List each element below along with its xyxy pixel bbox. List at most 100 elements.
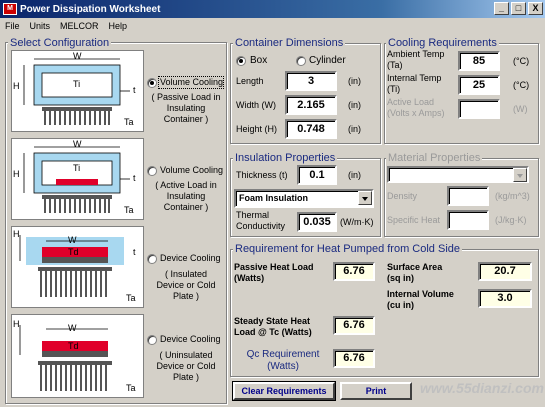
option-3-label[interactable]: Device Cooling [160,253,221,264]
internal-volume-label-2: (cu in) [387,300,414,310]
insulation-properties-title: Insulation Properties [233,152,338,164]
active-load-label-1: Active Load [387,97,435,107]
option-1-sub: ( Passive Load in Insulating Container ) [151,92,221,124]
maximize-button[interactable]: □ [511,2,526,15]
internal-label-1: Internal Temp [387,73,442,83]
height-label: Height (H) [236,124,278,134]
diagram-1-ta: Ta [124,117,134,127]
ambient-temp-input[interactable]: 85 [458,51,500,71]
radio-device-insulated[interactable] [147,254,157,264]
diagram-1-ti: Ti [73,79,81,89]
thermal-label-2: Conductivity [236,221,286,231]
option-3-sub: ( Insulated Device or Cold Plate ) [156,269,216,301]
diagram-4-w: W [68,323,77,333]
thermal-label-1: Thermal [236,210,270,220]
diagram-2-t: t [133,173,136,183]
qc-label-1: Qc Requirement [246,349,320,360]
density-input[interactable] [447,186,489,206]
diagram-4-ta: Ta [126,383,136,393]
menu-units[interactable]: Units [25,21,56,31]
thermal-conductivity-input[interactable]: 0.035 [297,212,337,232]
close-button[interactable]: X [528,2,543,15]
qc-label-2: (Watts) [267,361,299,372]
menu-melcor[interactable]: MELCOR [55,21,104,31]
thickness-label: Thickness (t) [236,170,288,180]
cylinder-label[interactable]: Cylinder [309,55,346,66]
height-input[interactable]: 0.748 [285,119,337,139]
internal-temp-input[interactable]: 25 [458,75,500,95]
surface-area-label-1: Surface Area [387,262,443,272]
menu-help[interactable]: Help [104,21,133,31]
ambient-unit: (°C) [513,56,530,66]
width-label: Width (W) [236,100,276,110]
density-unit: (kg/m^3) [495,191,530,201]
material-select[interactable]: Foam Insulation [234,189,374,208]
radio-volume-passive[interactable] [147,78,157,88]
width-input[interactable]: 2.165 [285,95,337,115]
cooling-requirements-title: Cooling Requirements [386,37,499,49]
steady-state-label-2: Load @ Tc (Watts) [234,327,312,337]
internal-label-2: (Ti) [387,84,401,94]
length-unit: (in) [348,76,361,86]
option-1-label[interactable]: Volume Cooling [160,77,223,88]
config-diagram-passive[interactable]: W H Ti t Ta [11,50,144,132]
minimize-button[interactable]: _ [494,2,509,15]
internal-unit: (°C) [513,80,530,90]
diagram-3-w: W [68,235,77,245]
option-2-sub: ( Active Load in Insulating Container ) [155,180,217,212]
config-diagram-insulated-device[interactable]: W H Td t Ta [11,226,144,308]
diagram-1-h: H [13,81,20,91]
thickness-input[interactable]: 0.1 [297,165,337,185]
config-diagram-uninsulated-device[interactable]: W H Td Ta [11,314,144,398]
diagram-3-t: t [133,247,136,257]
uninsulated-device-diagram [19,325,112,391]
radio-cylinder[interactable] [296,56,306,66]
width-unit: (in) [348,100,361,110]
specific-heat-input[interactable] [447,210,489,230]
clear-requirements-button[interactable]: Clear Requirements [232,381,336,401]
height-unit: (in) [348,124,361,134]
thermal-unit: (W/m·K) [340,217,374,227]
option-2-label[interactable]: Volume Cooling [160,165,223,176]
radio-device-uninsulated[interactable] [147,335,157,345]
surface-area-output: 20.7 [478,262,532,281]
config-diagram-active[interactable]: W H Ti t Ta [11,138,144,220]
thickness-unit: (in) [348,170,361,180]
diagram-3-ta: Ta [126,293,136,303]
ambient-label-1: Ambient Temp [387,49,445,59]
box-label[interactable]: Box [250,55,267,66]
passive-heat-label-2: (Watts) [234,273,265,283]
internal-volume-label-1: Internal Volume [387,289,454,299]
menu-file[interactable]: File [0,21,25,31]
material-dropdown-arrow[interactable] [358,191,372,205]
steady-state-output: 6.76 [333,316,375,335]
app-icon: M [3,3,17,15]
internal-volume-output: 3.0 [478,289,532,308]
material-properties-select[interactable] [387,166,529,183]
steady-state-label-1: Steady State Heat [234,316,311,326]
radio-volume-active[interactable] [147,166,157,176]
diagram-2-ti: Ti [73,163,81,173]
window-title: Power Dissipation Worksheet [20,3,161,15]
heat-requirement-title: Requirement for Heat Pumped from Cold Si… [233,243,462,255]
material-properties-dropdown-arrow[interactable] [513,168,527,182]
menu-bar: File Units MELCOR Help [0,18,545,34]
diagram-1-t: t [133,85,136,95]
ambient-label-2: (Ta) [387,60,403,70]
length-input[interactable]: 3 [285,71,337,91]
density-label: Density [387,191,418,201]
passive-heat-output: 6.76 [333,262,375,281]
option-4-label[interactable]: Device Cooling [160,334,221,345]
diagram-2-w: W [73,139,82,149]
surface-area-label-2: (sq in) [387,273,414,283]
qc-requirement-output: 6.76 [333,349,375,368]
diagram-2-ta: Ta [124,205,134,215]
diagram-1-w: W [73,51,82,61]
active-load-input[interactable] [458,99,500,119]
print-button[interactable]: Print [340,382,412,400]
insulated-device-diagram [19,235,124,297]
material-properties-title: Material Properties [386,152,483,164]
radio-box[interactable] [236,56,246,66]
active-load-unit: (W) [513,104,528,114]
diagram-3-h: H [13,229,20,239]
